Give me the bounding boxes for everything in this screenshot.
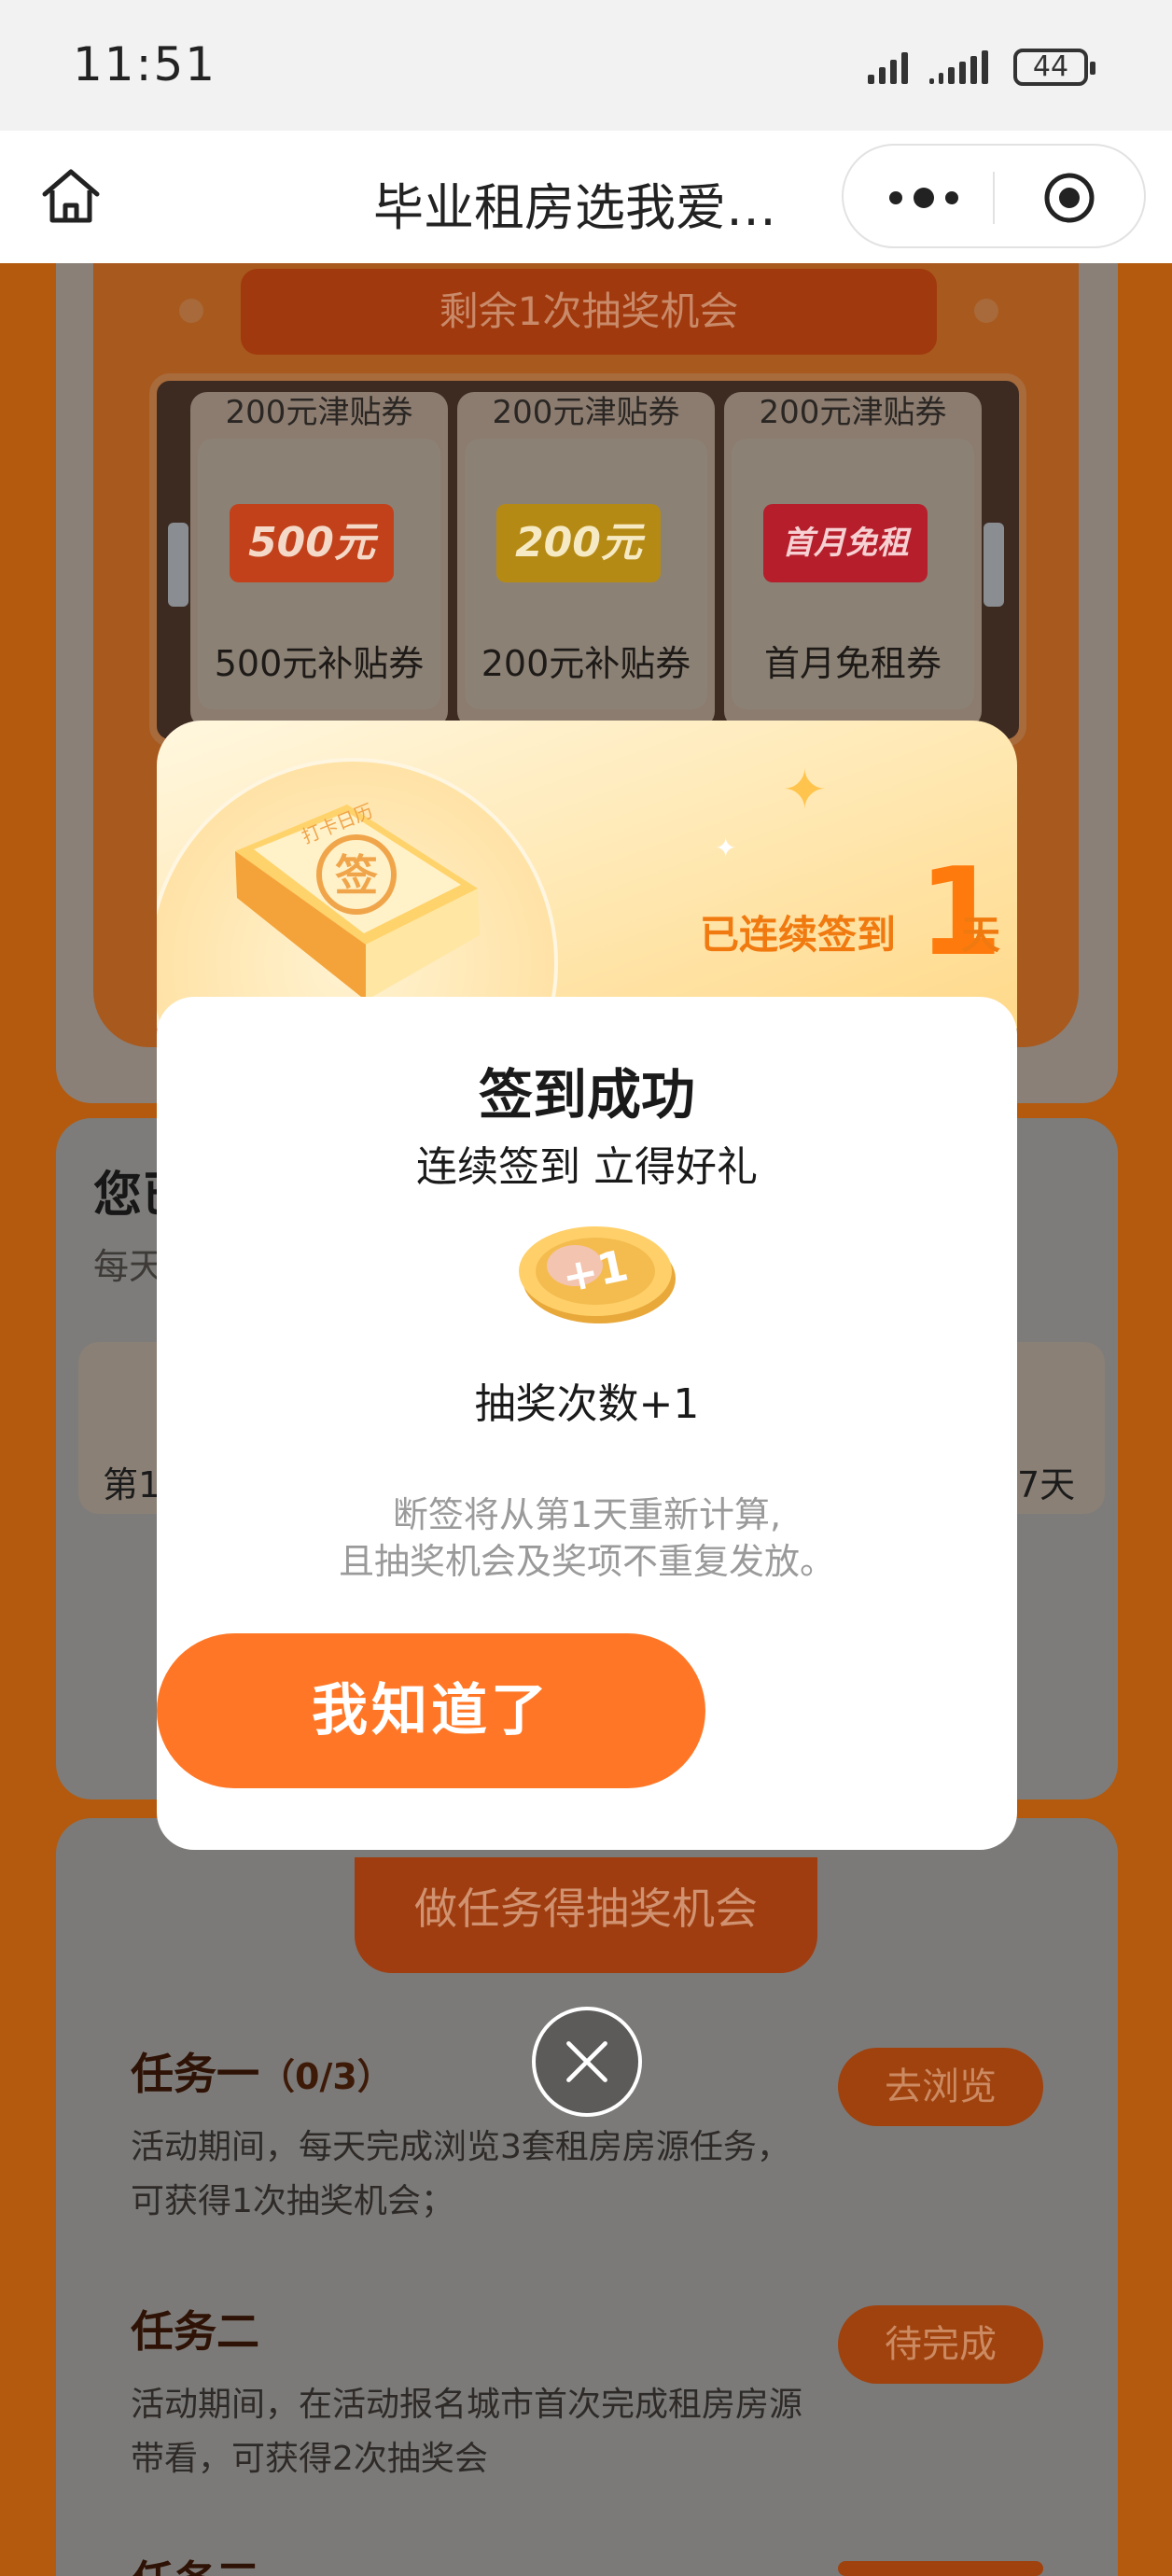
reel-3: 200元津贴券 首月免租 首月免租券 — [724, 392, 982, 728]
day-label-last: 7天 — [1017, 1464, 1076, 1505]
remaining-chances: 剩余1次抽奖机会 — [241, 269, 937, 355]
modal-header: 签 打卡日历 ✦ ✦ 已连续签到 1 天 — [157, 721, 1017, 1029]
reel-top-label: 200元津贴券 — [225, 394, 413, 431]
sparkle-icon: ✦ — [715, 833, 737, 863]
ticket-200: 200元 — [496, 504, 661, 582]
task-3-button[interactable] — [838, 2561, 1043, 2576]
reward-text: 抽奖次数+1 — [474, 1380, 700, 1428]
reel-pin — [984, 523, 1004, 607]
close-icon[interactable] — [532, 2007, 642, 2117]
task-progress: （0/3） — [259, 2056, 393, 2097]
calendar-book-icon: 签 打卡日历 — [235, 799, 480, 1001]
signal-icon — [868, 49, 908, 84]
home-icon[interactable] — [39, 164, 103, 228]
reel-top-label: 200元津贴券 — [492, 394, 680, 431]
task-1-title: 任务一（0/3） — [131, 2040, 393, 2102]
task-1-desc: 活动期间，每天完成浏览3套租房房源任务，可获得1次抽奖机会； — [131, 2128, 790, 2220]
got-it-button[interactable]: 我知道了 — [157, 1633, 705, 1788]
task-banner: 做任务得抽奖机会 — [355, 1857, 817, 1973]
status-bar: 11:51 44 — [0, 0, 1172, 131]
coin-icon: +1 — [519, 1226, 676, 1323]
signal-icon-2 — [929, 49, 988, 84]
bulb-light — [179, 299, 203, 323]
reel-pin — [168, 523, 188, 607]
reel-2: 200元津贴券 200元 200元补贴券 — [457, 392, 715, 728]
ticket-free-rent: 首月免租 — [763, 504, 928, 582]
task-3-title: 任务三 — [131, 2548, 259, 2576]
page-title: 毕业租房选我爱… — [373, 178, 776, 237]
svg-text:签: 签 — [335, 850, 378, 901]
note-line-2: 且抽奖机会及奖项不重复发放。 — [338, 1541, 835, 1582]
reel-label: 500元补贴券 — [214, 643, 425, 684]
battery-icon: 44 — [1013, 49, 1095, 86]
modal-note: 断签将从第1天重新计算, 且抽奖机会及奖项不重复发放。 — [157, 1491, 1017, 1585]
modal-subtitle: 连续签到 立得好礼 — [416, 1143, 758, 1191]
reel-1: 200元津贴券 500元 500元补贴券 — [190, 392, 448, 728]
task-2-desc: 活动期间，在活动报名城市首次完成租房房源带看，可获得2次抽奖会 — [131, 2386, 803, 2478]
task-2-title: 任务二 — [131, 2306, 259, 2357]
reel-label: 首月免租券 — [763, 643, 942, 684]
reel-top-label: 200元津贴券 — [759, 394, 947, 431]
bulb-light — [974, 299, 998, 323]
ticket-500: 500元 — [230, 504, 394, 582]
browse-button[interactable]: 去浏览 — [838, 2048, 1043, 2126]
more-dots-icon[interactable] — [886, 181, 961, 215]
capsule-divider — [993, 172, 995, 224]
streak-unit: 天 — [961, 912, 1001, 958]
modal-title: 签到成功 — [478, 1063, 695, 1127]
status-time: 11:51 — [73, 37, 217, 91]
target-icon[interactable] — [1041, 170, 1097, 226]
reel-label: 200元补贴券 — [481, 643, 691, 684]
streak-label: 已连续签到 — [700, 912, 897, 958]
capsule-menu — [842, 144, 1146, 248]
task-title-text: 任务一 — [131, 2049, 259, 2099]
sparkle-icon: ✦ — [782, 758, 828, 821]
signin-subtitle: 每天 — [93, 1246, 165, 1287]
note-line-1: 断签将从第1天重新计算, — [392, 1494, 782, 1535]
mini-program-title-bar: 毕业租房选我爱… — [0, 131, 1172, 263]
pending-button[interactable]: 待完成 — [838, 2305, 1043, 2384]
day-label-first: 第1 — [103, 1464, 161, 1505]
